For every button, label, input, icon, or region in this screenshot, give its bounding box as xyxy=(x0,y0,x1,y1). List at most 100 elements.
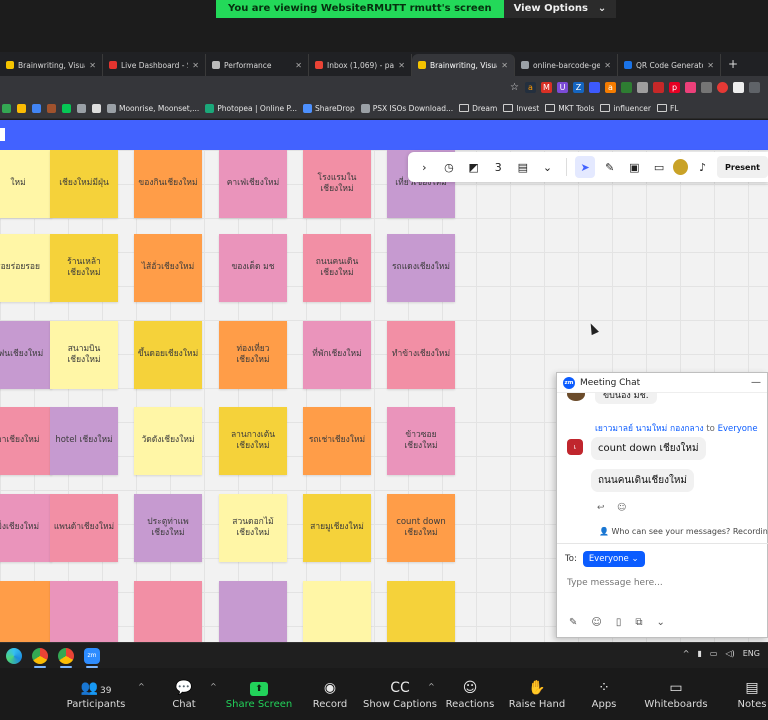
green-extension-icon[interactable] xyxy=(621,81,632,93)
bookmark-green[interactable] xyxy=(2,103,11,113)
sticky-note[interactable]: ร้านเหล้าเชียงใหม่ xyxy=(50,234,118,302)
sticky-note[interactable]: เชียงใหม่มีฝุ่น xyxy=(50,150,118,218)
panel-handle[interactable] xyxy=(0,128,5,141)
share-screen-button[interactable]: ⬆ Share Screen xyxy=(226,678,292,710)
bookmark-link[interactable]: Moonrise, Moonset,... xyxy=(107,103,199,113)
record-button[interactable]: ◉ Record xyxy=(300,678,360,710)
sticky-note[interactable]: ทำข้างเชียงใหม่ xyxy=(387,321,455,389)
browser-tab[interactable]: QR Code Generator | ✕ xyxy=(618,54,721,76)
pen-icon[interactable]: ✎ xyxy=(599,156,620,178)
close-icon[interactable]: ✕ xyxy=(398,61,405,70)
bookmark-folder[interactable]: MKT Tools xyxy=(545,104,594,113)
sticky-note[interactable]: รถแดงเชียงใหม่ xyxy=(387,234,455,302)
sticky-note[interactable]: ของกินเชียงใหม่ xyxy=(134,150,202,218)
z-extension-icon[interactable]: Z xyxy=(573,81,584,93)
bell-icon[interactable]: ♪ xyxy=(692,156,713,178)
sticky-note[interactable] xyxy=(303,581,371,642)
bookmark-folder[interactable]: FL xyxy=(656,104,678,113)
bookmark-bag[interactable] xyxy=(92,103,101,113)
m-extension-icon[interactable]: M xyxy=(541,81,552,93)
sticky-note[interactable]: อาเชียงใหม่ xyxy=(0,407,52,475)
browser-tab[interactable]: Brainwriting, Visual V ✕ xyxy=(412,54,515,76)
chrome-icon[interactable] xyxy=(58,648,74,664)
whiteboards-button[interactable]: ▭ Whiteboards xyxy=(644,678,707,710)
browser-tab[interactable]: Performance ✕ xyxy=(206,54,309,76)
sticky-note[interactable]: สนามบินเชียงใหม่ xyxy=(50,321,118,389)
bookmark-folder[interactable]: influencer xyxy=(600,104,651,113)
new-tab-icon[interactable]: + xyxy=(721,54,745,76)
close-icon[interactable]: ✕ xyxy=(295,61,302,70)
bookmark-folder[interactable]: Dream xyxy=(459,104,497,113)
emoji-icon[interactable]: ☺ xyxy=(591,617,601,628)
bookmark-link[interactable]: PSX ISOs Download... xyxy=(360,103,453,113)
close-icon[interactable]: ✕ xyxy=(707,61,714,70)
show-captions-button[interactable]: CC Show Captions xyxy=(363,678,437,710)
close-icon[interactable]: ✕ xyxy=(501,61,508,70)
star-icon[interactable]: ☆ xyxy=(509,82,520,93)
browser-tab[interactable]: online-barcode-gener✕ xyxy=(515,54,618,76)
who-can-see-notice[interactable]: 👤 Who can see your messages? Recording xyxy=(599,527,768,536)
sticky-note[interactable]: รถเช่าเชียงใหม่ xyxy=(303,407,371,475)
browser-tab[interactable]: Live Dashboard - Sun ✕ xyxy=(103,54,206,76)
chat-button[interactable]: 💬 Chat xyxy=(154,678,214,710)
view-options-button[interactable]: View Options ⌄ xyxy=(503,0,617,18)
sticky-note[interactable]: คาเฟ่เชียงใหม่ xyxy=(219,150,287,218)
tray-chevron-icon[interactable]: ^ xyxy=(683,649,690,658)
bookmark-grey[interactable] xyxy=(77,103,86,113)
number-icon[interactable]: 3 xyxy=(488,156,509,178)
sticky-note[interactable]: ถนนคนเดินเชียงใหม่ xyxy=(303,234,371,302)
sticky-note[interactable]: สวนดอกไม้เชียงใหม่ xyxy=(219,494,287,562)
close-icon[interactable]: ✕ xyxy=(192,61,199,70)
bookmark-blue[interactable] xyxy=(32,103,41,113)
sticky-note[interactable]: แพนด้าเชียงใหม่ xyxy=(50,494,118,562)
more-chevron-icon[interactable]: ⌄ xyxy=(656,617,664,628)
sticky-note[interactable]: ใหม่ xyxy=(0,150,52,218)
present-button[interactable]: Present xyxy=(717,156,768,178)
sticky-note[interactable]: โรงแรมในเชียงใหม่ xyxy=(303,150,371,218)
recipient-dropdown[interactable]: Everyone ⌄ xyxy=(582,551,645,567)
apps-button[interactable]: ⁘ Apps xyxy=(574,678,634,710)
vote-icon[interactable]: ◩ xyxy=(463,156,484,178)
tray-mic-icon[interactable]: ▮ xyxy=(698,649,702,658)
sticky-note[interactable]: ลานกางเต้นเชียงใหม่ xyxy=(219,407,287,475)
sticky-note[interactable]: hotel เชียงใหม่ xyxy=(50,407,118,475)
raise-hand-button[interactable]: ✋ Raise Hand xyxy=(507,678,567,710)
format-icon[interactable]: ✎ xyxy=(569,617,577,628)
close-icon[interactable]: ✕ xyxy=(89,61,96,70)
chevrons-down-icon[interactable]: ⌄ xyxy=(537,156,558,178)
file-icon[interactable]: ▯ xyxy=(616,617,622,628)
screenshot-icon[interactable]: ⧉ xyxy=(635,617,642,628)
sticky-note[interactable]: ประตูท่าแพเชียงใหม่ xyxy=(134,494,202,562)
participants-button[interactable]: 👥 39 Participants xyxy=(66,678,126,710)
tray-language[interactable]: ENG xyxy=(743,649,760,658)
camera-extension-icon[interactable] xyxy=(701,81,712,93)
sticky-note[interactable]: ท่องเที่ยวเชียงใหม่ xyxy=(219,321,287,389)
timer-icon[interactable]: ◷ xyxy=(439,156,460,178)
browser-tab[interactable]: Brainwriting, Visual V ✕ xyxy=(0,54,103,76)
frame-icon[interactable]: ▣ xyxy=(624,156,645,178)
zoom-app-icon[interactable]: zm xyxy=(84,648,100,664)
sticky-note[interactable]: วัดดังเชียงใหม่ xyxy=(134,407,202,475)
bookmark-line[interactable] xyxy=(62,103,71,113)
sticky-note[interactable] xyxy=(134,581,202,642)
pink-extension-icon[interactable] xyxy=(685,81,696,93)
close-icon[interactable]: ✕ xyxy=(604,61,611,70)
tray-battery-icon[interactable]: ▭ xyxy=(710,649,718,658)
sticky-note[interactable]: ของเด็ด มช xyxy=(219,234,287,302)
red-extension-icon[interactable] xyxy=(653,81,664,93)
sticky-note[interactable] xyxy=(387,581,455,642)
chat-message-input[interactable] xyxy=(567,578,757,588)
sticky-note[interactable]: สายมูเชียงใหม่ xyxy=(303,494,371,562)
sticky-note[interactable]: ร่อยร่อยรอย xyxy=(0,234,52,302)
bookmark-link[interactable]: Photopea | Online P... xyxy=(205,103,297,113)
chat-message[interactable]: count down เชียงใหม่ xyxy=(591,437,706,460)
sticky-note[interactable]: แฟนเชียงใหม่ xyxy=(0,321,52,389)
bookmark-folder[interactable]: Invest xyxy=(503,104,539,113)
options-caret-icon[interactable]: ^ xyxy=(210,682,217,691)
amazon-extension-icon[interactable]: a xyxy=(525,81,536,93)
sticky-note[interactable]: ไส้อั่วเชียงใหม่ xyxy=(134,234,202,302)
puzzle-icon[interactable] xyxy=(749,81,760,93)
grey-extension-icon[interactable] xyxy=(637,81,648,93)
notes-button[interactable]: ▤ Notes xyxy=(722,678,768,710)
comment-icon[interactable]: ▭ xyxy=(649,156,670,178)
